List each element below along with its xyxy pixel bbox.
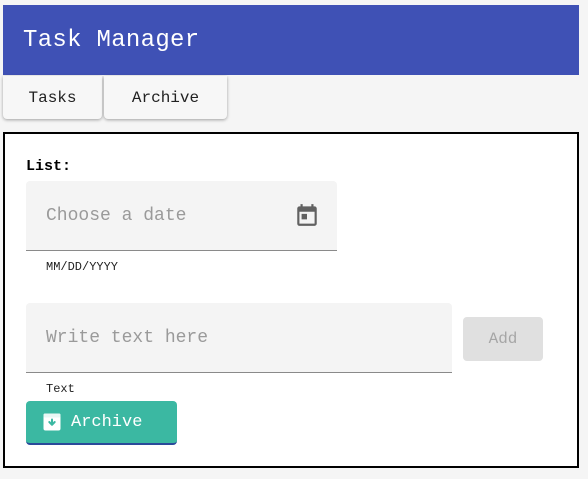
app-header: Task Manager [3, 5, 579, 75]
archive-icon [43, 413, 61, 431]
task-list-panel: List: MM/DD/YYYY Text Add Archive [3, 132, 579, 468]
archive-button-label: Archive [71, 412, 143, 432]
tab-bar: Tasks Archive [3, 76, 227, 120]
calendar-icon[interactable] [294, 202, 320, 228]
date-input[interactable] [46, 181, 286, 250]
app-title: Task Manager [23, 26, 200, 54]
text-input[interactable] [46, 303, 436, 372]
add-button[interactable]: Add [463, 317, 543, 361]
tab-archive[interactable]: Archive [104, 76, 227, 119]
date-field[interactable] [26, 181, 337, 251]
date-format-hint: MM/DD/YYYY [46, 260, 119, 274]
text-hint: Text [46, 382, 75, 396]
list-label: List: [26, 158, 72, 175]
text-field[interactable] [26, 303, 452, 373]
tab-tasks[interactable]: Tasks [3, 76, 102, 119]
archive-button[interactable]: Archive [26, 401, 177, 445]
